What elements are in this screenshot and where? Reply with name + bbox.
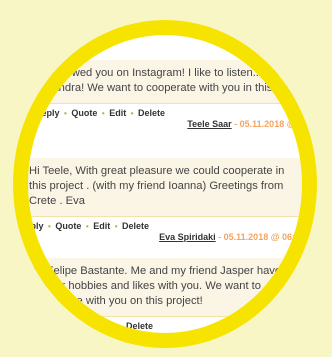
delete-link[interactable]: Delete [126, 321, 153, 331]
comment-text: Hi Felipe Bastante. Me and my friend Jas… [23, 258, 313, 316]
comment-item: Hi Felipe Bastante. Me and my friend Jas… [23, 258, 313, 347]
separator-dot-icon: • [101, 109, 105, 118]
separator-dot-icon: • [48, 222, 51, 231]
comment-date: - 05.11.2018 @ 06:13 [215, 232, 305, 242]
quote-link[interactable]: Quote [55, 221, 81, 231]
comment-item: I followed you on Instagram! I like to l… [35, 60, 317, 134]
separator-dot-icon: • [89, 322, 93, 331]
edit-link[interactable]: Edit [93, 221, 110, 231]
delete-link[interactable]: Delete [138, 108, 165, 118]
edit-link[interactable]: Edit [109, 108, 126, 118]
separator-dot-icon: • [85, 222, 89, 231]
quote-link[interactable]: Quote [71, 108, 97, 118]
separator-dot-icon: • [118, 322, 122, 331]
reply-link[interactable]: Reply [35, 108, 60, 118]
separator-dot-icon: • [52, 322, 55, 331]
comment-actions: Reply • Quote • Edit • Delete Jako Männi… [23, 316, 313, 347]
comment-text: Hi Teele, With great pleasure we could c… [19, 158, 309, 216]
comment-date: - 05.11.2018 @ 07:27 [231, 119, 317, 129]
separator-dot-icon: • [114, 222, 118, 231]
delete-link[interactable]: Delete [122, 221, 149, 231]
comment-actions: Reply • Quote • Edit • Delete Teele Saar… [35, 103, 317, 134]
separator-dot-icon: • [130, 109, 134, 118]
separator-dot-icon: • [64, 109, 67, 118]
page: I followed you on Instagram! I like to l… [0, 0, 332, 357]
comment-actions: Reply • Quote • Edit • Delete Eva Spirid… [19, 216, 309, 247]
comment-author[interactable]: Teele Saar [187, 119, 231, 129]
comment-author[interactable]: Jako Männik [255, 332, 309, 342]
magnifier-lens: I followed you on Instagram! I like to l… [13, 20, 317, 348]
reply-link[interactable]: Reply [23, 321, 48, 331]
comment-item: Hi Teele, With great pleasure we could c… [19, 158, 309, 247]
edit-link[interactable]: Edit [97, 321, 114, 331]
reply-link[interactable]: Reply [19, 221, 44, 231]
quote-link[interactable]: Quote [59, 321, 85, 331]
comment-author[interactable]: Eva Spiridaki [159, 232, 216, 242]
comment-meta: Teele Saar - 05.11.2018 @ 07:27 [187, 119, 317, 129]
comment-text: I followed you on Instagram! I like to l… [35, 60, 317, 103]
comment-meta: Jako Männik [255, 332, 309, 342]
comment-meta: Eva Spiridaki - 05.11.2018 @ 06:13 [159, 232, 305, 242]
